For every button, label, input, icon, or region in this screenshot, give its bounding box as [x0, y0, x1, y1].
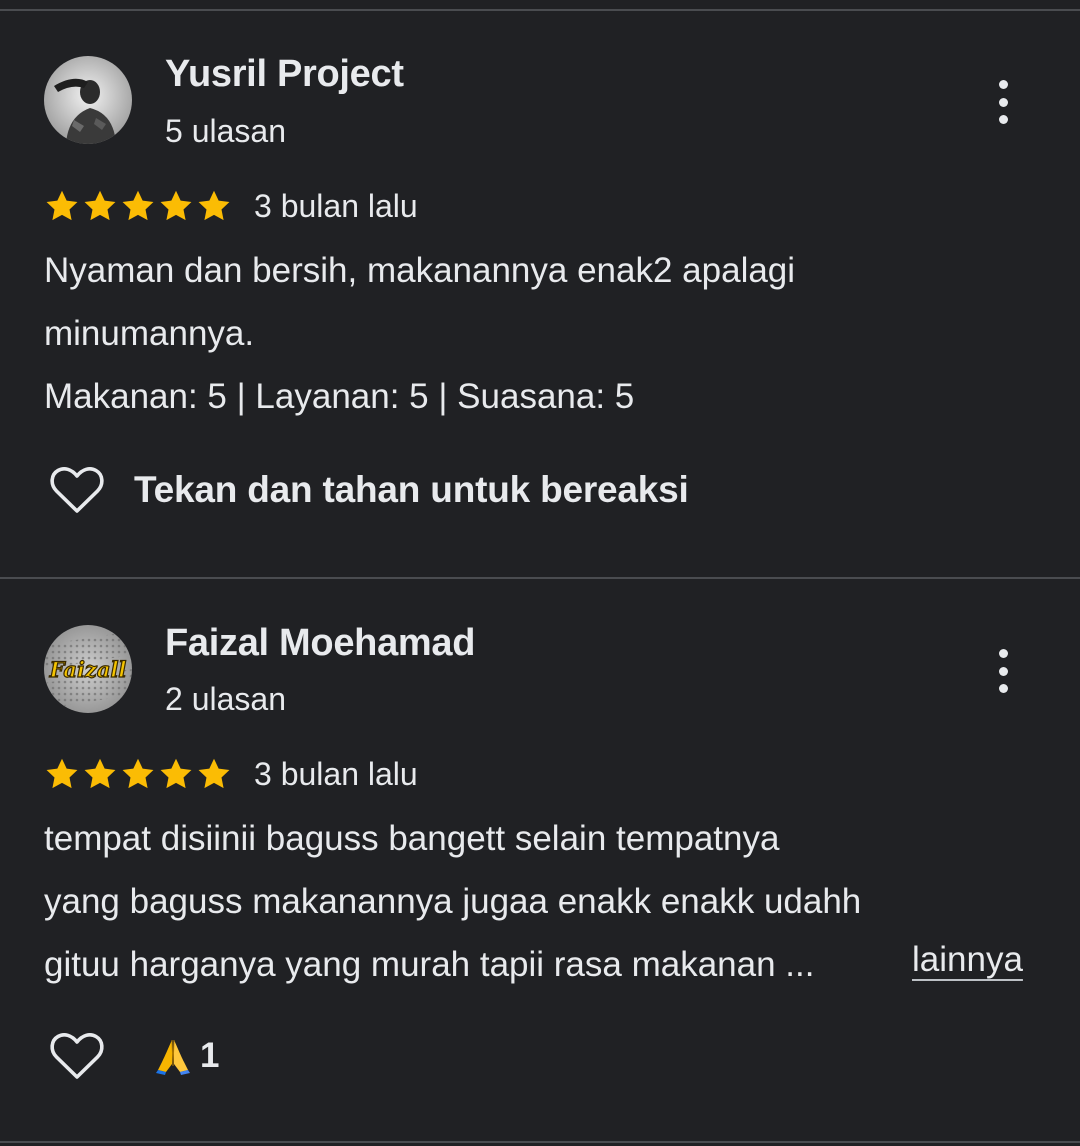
- reaction-chip[interactable]: 1: [154, 1036, 219, 1076]
- star-icon: [198, 758, 230, 789]
- star-icon: [46, 758, 78, 789]
- author-name[interactable]: Faizal Moehamad: [165, 622, 475, 665]
- review-divider: [0, 577, 1080, 579]
- review-card: Faizall Faizal Moehamad 2 ulasan 3 bulan…: [0, 580, 1080, 1140]
- react-hint-label[interactable]: Tekan dan tahan untuk bereaksi: [134, 469, 689, 511]
- review-text-line: Nyaman dan bersih, makanannya enak2 apal…: [44, 251, 796, 290]
- star-rating: [44, 188, 232, 224]
- more-vert-icon: [998, 80, 1008, 89]
- review-text-line: tempat disiinii baguss bangett selain te…: [44, 819, 780, 858]
- star-rating: [44, 756, 232, 792]
- review-text-line: minumannya.: [44, 314, 255, 353]
- star-icon: [84, 190, 116, 221]
- more-options-button[interactable]: [985, 647, 1021, 695]
- review-time: 3 bulan lalu: [254, 187, 418, 224]
- review-card: Yusril Project 5 ulasan 3 bulan lalu Nya…: [0, 0, 1080, 578]
- star-icon: [84, 758, 116, 789]
- heart-icon[interactable]: [48, 1030, 106, 1082]
- faizall-logo-icon: Faizall: [44, 625, 132, 713]
- reaction-count: 1: [200, 1036, 220, 1075]
- person-saluting-photo-icon: [44, 56, 132, 144]
- avatar[interactable]: Faizall: [44, 625, 132, 713]
- react-row: Tekan dan tahan untuk bereaksi: [48, 464, 689, 516]
- star-icon: [122, 758, 154, 789]
- star-icon: [198, 190, 230, 221]
- review-text: tempat disiinii baguss bangett selain te…: [44, 807, 861, 996]
- review-rating-breakdown: Makanan: 5 | Layanan: 5 | Suasana: 5: [44, 377, 635, 416]
- more-vert-icon: [998, 649, 1008, 658]
- author-review-count: 2 ulasan: [165, 681, 286, 717]
- more-options-button[interactable]: [985, 78, 1021, 126]
- review-text-line: yang baguss makanannya jugaa enakk enakk…: [44, 882, 862, 921]
- react-row: 1: [48, 1030, 219, 1082]
- author-name[interactable]: Yusril Project: [165, 53, 404, 96]
- review-time: 3 bulan lalu: [254, 755, 418, 792]
- avatar[interactable]: [44, 56, 132, 144]
- folded-hands-emoji-icon: [156, 1039, 190, 1075]
- bottom-divider: [0, 1141, 1080, 1143]
- review-text-line: gituu harganya yang murah tapii rasa mak…: [44, 945, 815, 984]
- star-icon: [122, 190, 154, 221]
- star-icon: [160, 758, 192, 789]
- star-icon: [160, 190, 192, 221]
- star-icon: [46, 190, 78, 221]
- rating-row: 3 bulan lalu: [44, 754, 418, 794]
- read-more-link[interactable]: lainnya: [912, 940, 1023, 980]
- heart-icon[interactable]: [48, 464, 106, 516]
- review-text: Nyaman dan bersih, makanannya enak2 apal…: [44, 239, 795, 428]
- avatar-logo-text: Faizall: [49, 657, 127, 682]
- author-review-count: 5 ulasan: [165, 113, 286, 149]
- rating-row: 3 bulan lalu: [44, 186, 418, 226]
